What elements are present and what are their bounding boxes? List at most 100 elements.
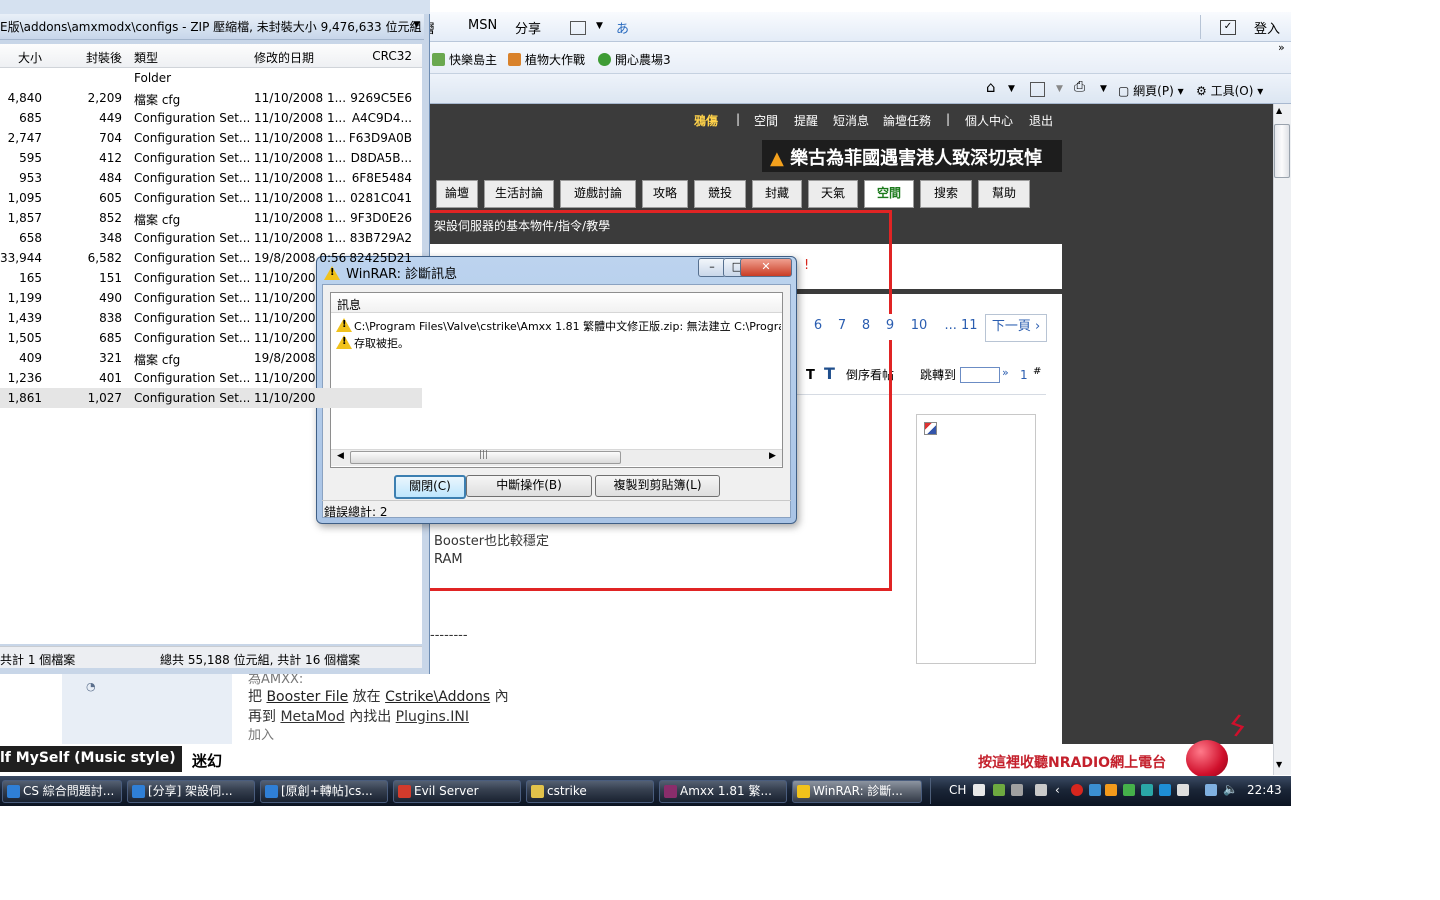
minimize-button[interactable]: – bbox=[698, 258, 726, 277]
tray-app-icon[interactable] bbox=[1177, 784, 1189, 796]
home-icon[interactable]: ⌂ bbox=[986, 78, 996, 96]
scroll-right-icon[interactable]: ▶ bbox=[769, 451, 776, 461]
abort-operation-button[interactable]: 中斷操作(B) bbox=[466, 475, 592, 497]
login-button[interactable]: 登入 bbox=[1254, 18, 1280, 37]
file-row[interactable]: 4,840 2,209 檔案 cfg 11/10/2008 1... 9269C5E6 bbox=[0, 88, 422, 108]
music-title[interactable]: lf MySelf (Music style) bbox=[0, 746, 182, 772]
page-scrollbar[interactable] bbox=[1273, 104, 1291, 775]
toplink-space[interactable]: 空間 bbox=[754, 112, 778, 129]
column-modified[interactable]: 修改的日期 bbox=[254, 49, 314, 66]
nav-tab[interactable]: 幫助 bbox=[978, 180, 1030, 208]
taskbar-button[interactable]: Amxx 1.81 繁... bbox=[659, 780, 787, 803]
share-button[interactable]: 分享 bbox=[515, 18, 541, 37]
file-row[interactable]: 2,747 704 Configuration Set... 11/10/2008 1… bbox=[0, 128, 422, 148]
file-row[interactable]: 1,439 838 Configuration Set... 11/10/200 bbox=[0, 308, 422, 328]
ime-icon[interactable] bbox=[973, 784, 985, 796]
file-row[interactable]: 595 412 Configuration Set... 11/10/2008 1..… bbox=[0, 148, 422, 168]
favorite-link-0[interactable]: 快樂島主 bbox=[432, 51, 497, 68]
nav-tab[interactable]: 天氣 bbox=[808, 180, 858, 208]
favorite-link-2[interactable]: 開心農場3 bbox=[598, 51, 671, 68]
page-scroll-thumb[interactable] bbox=[1274, 124, 1290, 178]
booster-file-link[interactable]: Booster File bbox=[266, 689, 348, 705]
next-page-button[interactable]: 下一頁 › bbox=[985, 314, 1047, 342]
close-window-button[interactable]: ✕ bbox=[740, 258, 792, 277]
taskbar-button[interactable]: cstrike bbox=[526, 780, 654, 803]
checkbox-icon[interactable]: ✓ bbox=[1220, 20, 1236, 35]
keyboard-icon[interactable] bbox=[570, 21, 586, 35]
msn-button[interactable]: MSN bbox=[468, 18, 497, 33]
file-row[interactable]: 1,861 1,027 Configuration Set... 11/10/200 bbox=[0, 388, 422, 408]
file-row[interactable]: 658 348 Configuration Set... 11/10/2008 1..… bbox=[0, 228, 422, 248]
tray-app-icon[interactable] bbox=[1035, 784, 1047, 796]
file-row[interactable]: 1,505 685 Configuration Set... 11/10/200 bbox=[0, 328, 422, 348]
page-link[interactable]: 9 bbox=[880, 314, 900, 340]
music-song[interactable]: 迷幻 bbox=[192, 750, 222, 771]
copy-to-clipboard-button[interactable]: 複製到剪貼簿(L) bbox=[595, 475, 720, 497]
file-row[interactable]: 1,095 605 Configuration Set... 11/10/2008 1… bbox=[0, 188, 422, 208]
nav-tab[interactable]: 空間 bbox=[864, 180, 914, 208]
radio-promo-link[interactable]: 按這裡收聽NRADIO網上電台 bbox=[978, 752, 1166, 772]
jump-go-button[interactable]: » bbox=[1002, 366, 1009, 379]
nav-tab[interactable]: 封藏 bbox=[752, 180, 802, 208]
tray-app-icon[interactable] bbox=[993, 784, 1005, 796]
page-link[interactable]: 7 bbox=[832, 314, 852, 340]
page-link[interactable]: 6 bbox=[808, 314, 828, 340]
page-link[interactable]: 10 bbox=[904, 314, 934, 340]
nav-tab[interactable]: 競投 bbox=[694, 180, 746, 208]
archive-path-bar[interactable]: E版\addons\amxmodx\configs - ZIP 壓縮檔, 未封裝… bbox=[0, 14, 424, 40]
page-menu[interactable]: ▢ 網頁(P) ▾ bbox=[1118, 82, 1184, 99]
antivirus-icon[interactable] bbox=[1071, 784, 1083, 796]
language-indicator[interactable]: CH bbox=[949, 783, 966, 797]
scroll-left-icon[interactable]: ◀ bbox=[337, 451, 344, 461]
taskbar-button[interactable]: Evil Server bbox=[393, 780, 521, 803]
toplink-messages[interactable]: 短消息 bbox=[833, 112, 869, 129]
file-row[interactable]: 33,944 6,582 Configuration Set... 19/8/2008… bbox=[0, 248, 422, 268]
nav-tab[interactable]: 攻略 bbox=[642, 180, 688, 208]
taskbar-button[interactable]: [原創+轉帖]cs... bbox=[260, 780, 388, 803]
cstrike-addons-link[interactable]: Cstrike\Addons bbox=[385, 689, 490, 705]
metamod-link[interactable]: MetaMod bbox=[280, 709, 344, 725]
chevron-down-icon[interactable]: ▼ bbox=[1008, 84, 1015, 94]
taskbar-button[interactable]: CS 綜合問題討... bbox=[2, 780, 122, 803]
scroll-up-icon[interactable]: ▲ bbox=[1276, 106, 1282, 115]
chevron-down-icon[interactable]: ▼ bbox=[1056, 84, 1063, 94]
nav-tab[interactable]: 論壇 bbox=[436, 180, 478, 208]
tray-app-icon[interactable] bbox=[1159, 784, 1171, 796]
jump-to-input[interactable] bbox=[960, 367, 1000, 383]
tray-app-icon[interactable] bbox=[1089, 784, 1101, 796]
radio-logo-icon[interactable] bbox=[1186, 740, 1228, 778]
chevron-more-icon[interactable]: » bbox=[1278, 41, 1285, 54]
message-hscroll-thumb[interactable]: ||| bbox=[350, 450, 621, 464]
taskbar-button[interactable]: WinRAR: 診斷... bbox=[792, 780, 922, 803]
nav-tab[interactable]: 遊戲討論 bbox=[560, 180, 636, 208]
nav-tab[interactable]: 生活討論 bbox=[484, 180, 554, 208]
chevron-down-icon[interactable]: ▼ bbox=[596, 21, 603, 31]
file-row[interactable]: 1,199 490 Configuration Set... 11/10/200 bbox=[0, 288, 422, 308]
file-row[interactable]: 1,857 852 檔案 cfg 11/10/2008 1... 9F3D0E26 bbox=[0, 208, 422, 228]
tray-app-icon[interactable] bbox=[1105, 784, 1117, 796]
toplink-user[interactable]: 鴉傷 bbox=[694, 112, 718, 129]
toplink-profile[interactable]: 個人中心 bbox=[965, 112, 1013, 129]
column-crc[interactable]: CRC32 bbox=[372, 49, 412, 63]
printer-icon[interactable]: ⎙ bbox=[1074, 79, 1085, 95]
column-packed[interactable]: 封裝後 bbox=[86, 49, 122, 66]
toplink-reminder[interactable]: 提醒 bbox=[794, 112, 818, 129]
taskbar-button[interactable]: [分享] 架設伺... bbox=[127, 780, 255, 803]
chevron-down-icon[interactable]: ▼ bbox=[1100, 84, 1107, 94]
plugins-ini-link[interactable]: Plugins.INI bbox=[396, 709, 469, 725]
file-row[interactable]: 685 449 Configuration Set... 11/10/2008 1..… bbox=[0, 108, 422, 128]
file-row[interactable]: 953 484 Configuration Set... 11/10/2008 1..… bbox=[0, 168, 422, 188]
chevron-left-icon[interactable]: ‹ bbox=[1055, 783, 1060, 797]
file-row[interactable]: 165 151 Configuration Set... 11/10/200 bbox=[0, 268, 422, 288]
volume-icon[interactable]: 🔈 bbox=[1223, 782, 1238, 796]
file-row[interactable]: 409 321 檔案 cfg 19/8/2008 bbox=[0, 348, 422, 368]
file-row[interactable]: 1,236 401 Configuration Set... 11/10/200 bbox=[0, 368, 422, 388]
column-size[interactable]: 大小 bbox=[18, 49, 42, 66]
nav-tab[interactable]: 搜索 bbox=[920, 180, 972, 208]
page-link[interactable]: ... 11 bbox=[938, 314, 984, 340]
tray-app-icon[interactable] bbox=[1011, 784, 1023, 796]
tray-app-icon[interactable] bbox=[1123, 784, 1135, 796]
dialog-close-button[interactable]: 關閉(C) bbox=[394, 475, 466, 499]
toplink-tasks[interactable]: 論壇任務 bbox=[883, 112, 931, 129]
scroll-down-icon[interactable]: ▼ bbox=[1276, 760, 1282, 769]
